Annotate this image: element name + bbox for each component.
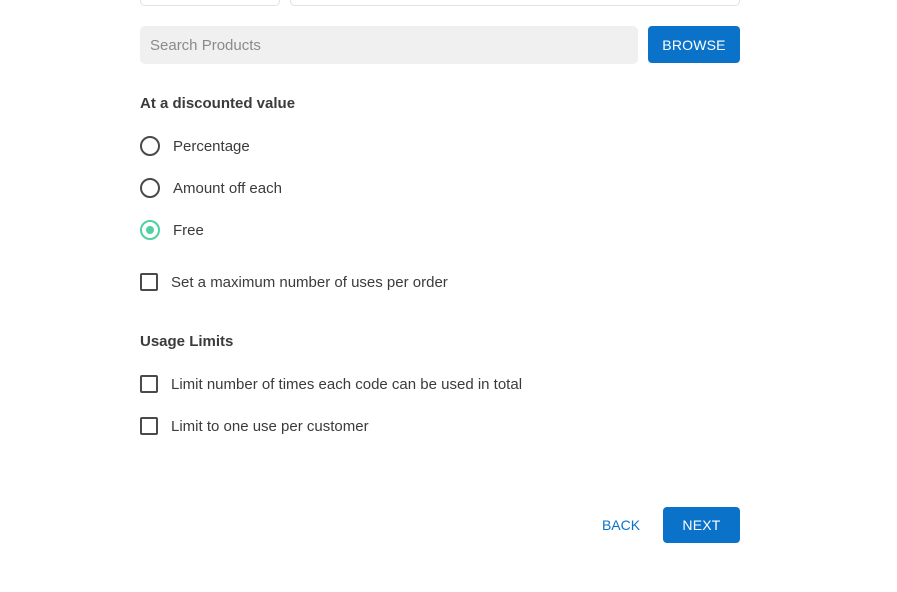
amount-off-label: Amount off each xyxy=(173,179,282,197)
limit-total-label: Limit number of times each code can be u… xyxy=(171,375,523,393)
percentage-radio-option[interactable]: Percentage xyxy=(140,135,250,157)
max-uses-checkbox-option[interactable]: Set a maximum number of uses per order xyxy=(140,271,448,293)
usage-limits-title: Usage Limits xyxy=(140,333,234,350)
one-per-customer-label: Limit to one use per customer xyxy=(171,417,369,435)
radio-button-selected[interactable] xyxy=(140,220,160,240)
limit-total-checkbox-option[interactable]: Limit number of times each code can be u… xyxy=(140,373,522,395)
back-button[interactable]: BACK xyxy=(590,507,652,543)
discount-section-title: At a discounted value xyxy=(140,95,296,112)
top-text-field[interactable] xyxy=(290,0,740,6)
discount-form-page: BROWSE At a discounted value Percentage … xyxy=(0,0,897,592)
checkbox[interactable] xyxy=(140,375,158,393)
free-label: Free xyxy=(173,221,204,239)
browse-button[interactable]: BROWSE xyxy=(648,26,740,63)
radio-button[interactable] xyxy=(140,178,160,198)
top-select-field[interactable] xyxy=(140,0,280,6)
free-radio-option[interactable]: Free xyxy=(140,219,204,241)
radio-button[interactable] xyxy=(140,136,160,156)
checkbox[interactable] xyxy=(140,273,158,291)
one-per-customer-checkbox-option[interactable]: Limit to one use per customer xyxy=(140,415,369,437)
next-button[interactable]: NEXT xyxy=(663,507,740,543)
max-uses-label: Set a maximum number of uses per order xyxy=(171,273,448,291)
amount-off-radio-option[interactable]: Amount off each xyxy=(140,177,282,199)
checkbox[interactable] xyxy=(140,417,158,435)
percentage-label: Percentage xyxy=(173,137,250,155)
search-products-input[interactable] xyxy=(140,26,638,64)
